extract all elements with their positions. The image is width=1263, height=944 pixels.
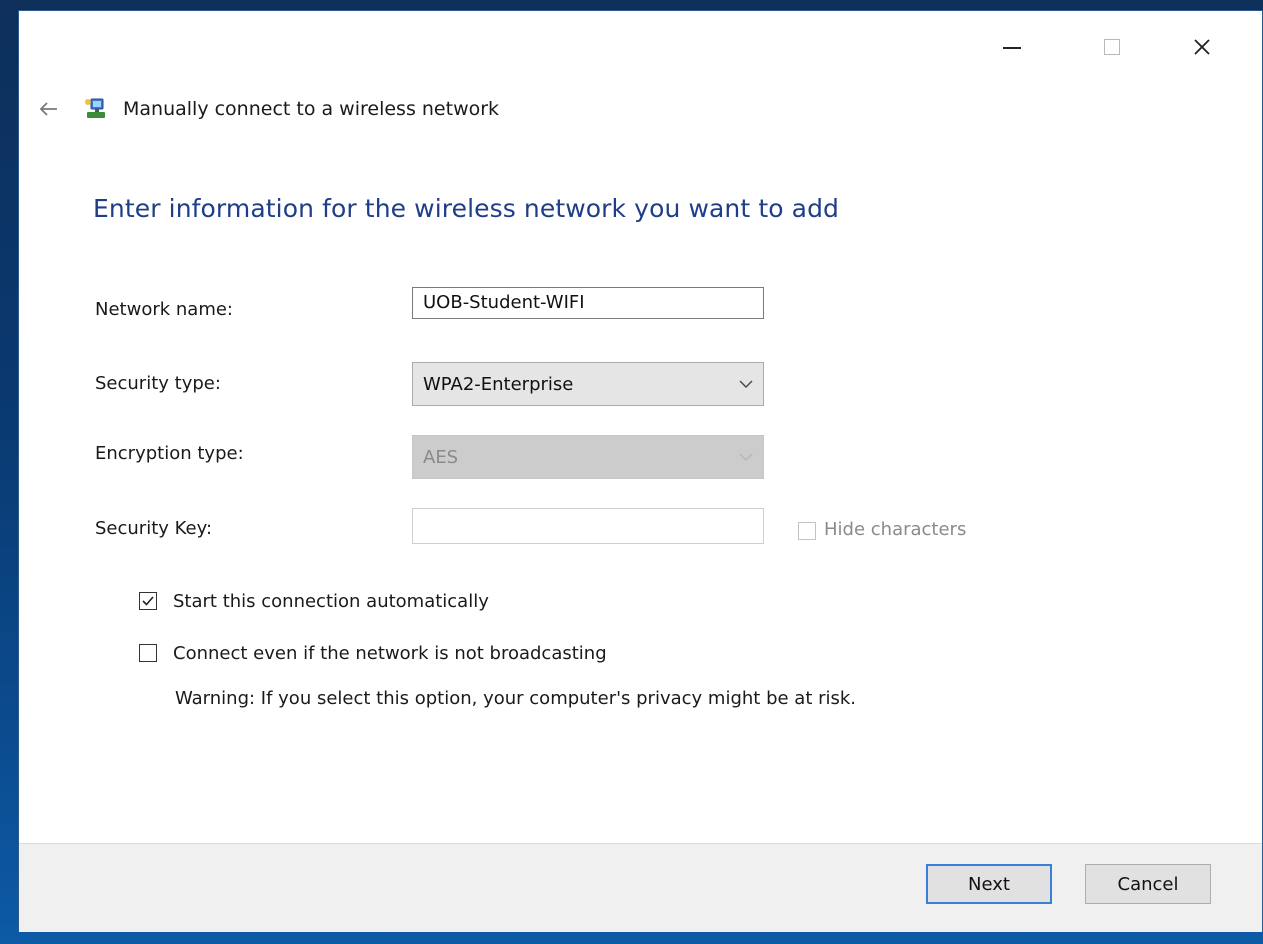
next-button[interactable]: Next	[926, 864, 1052, 904]
maximize-button[interactable]	[1089, 29, 1135, 65]
encryption-type-value: AES	[423, 446, 459, 468]
close-icon	[1194, 39, 1210, 55]
minimize-icon	[1003, 47, 1021, 49]
chevron-down-icon	[739, 453, 753, 461]
minimize-button[interactable]	[989, 29, 1035, 65]
title-bar	[19, 11, 1262, 87]
hide-characters-label: Hide characters	[824, 519, 967, 540]
network-name-input[interactable]: UOB-Student-WIFI	[412, 287, 764, 319]
network-icon	[85, 98, 105, 118]
connect-not-broadcasting-checkbox[interactable]	[139, 644, 157, 662]
checkmark-icon	[142, 596, 154, 606]
encryption-type-label: Encryption type:	[95, 443, 244, 464]
security-type-select[interactable]: WPA2-Enterprise	[412, 362, 764, 406]
security-type-value: WPA2-Enterprise	[423, 373, 574, 395]
encryption-type-select[interactable]: AES	[412, 435, 764, 479]
start-automatically-label: Start this connection automatically	[173, 591, 489, 612]
security-key-label: Security Key:	[95, 518, 213, 539]
breadcrumb-title: Manually connect to a wireless network	[123, 98, 500, 120]
privacy-warning: Warning: If you select this option, your…	[175, 688, 857, 709]
chevron-down-icon	[739, 380, 753, 388]
hide-characters-checkbox[interactable]	[798, 522, 816, 540]
start-automatically-checkbox[interactable]	[139, 592, 157, 610]
close-button[interactable]	[1179, 29, 1225, 65]
connect-not-broadcasting-label: Connect even if the network is not broad…	[173, 643, 607, 664]
maximize-icon	[1104, 39, 1120, 55]
cancel-button[interactable]: Cancel	[1085, 864, 1211, 904]
security-type-label: Security type:	[95, 373, 221, 394]
security-key-input[interactable]	[412, 508, 764, 544]
page-heading: Enter information for the wireless netwo…	[93, 194, 840, 223]
navigation-row: Manually connect to a wireless network	[33, 91, 499, 127]
back-button[interactable]	[33, 94, 63, 124]
network-name-label: Network name:	[95, 299, 233, 320]
back-arrow-icon	[39, 102, 57, 116]
footer-bar: Next Cancel	[19, 843, 1262, 932]
wizard-window: Manually connect to a wireless network E…	[18, 10, 1263, 932]
